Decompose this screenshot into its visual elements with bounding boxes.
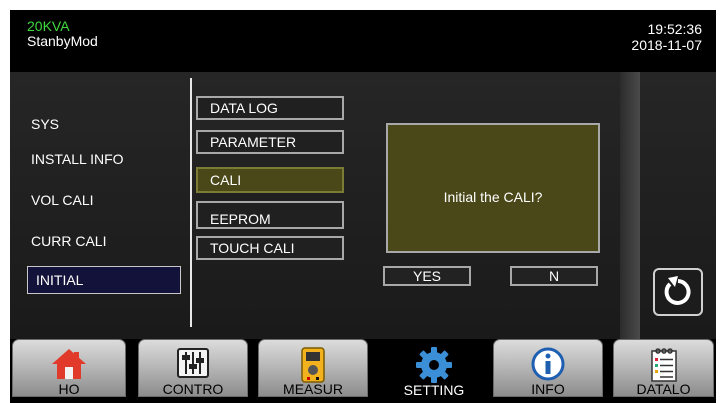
date-label: 2018-11-07 [631,37,702,53]
nav-tab-datalog[interactable]: DATALO [613,339,714,397]
nav-label-datalog: DATALO [636,381,691,397]
refresh-icon [664,276,691,305]
content-panel [10,72,716,340]
left-menu-sys[interactable]: SYS [27,114,63,134]
nav-label-home: HO [58,381,80,397]
nav-label-measure: MEASUR [283,381,343,397]
confirm-dialog: Initial the CALI? [386,123,600,253]
nav-tab-home[interactable]: HO [12,339,126,397]
mode-label: StanbyMod [27,33,98,49]
home-icon [52,349,86,379]
nav-tab-measure[interactable]: MEASUR [258,339,368,397]
submenu-data-log[interactable]: DATA LOG [196,96,344,120]
left-menu-vol-cali[interactable]: VOL CALI [27,190,98,210]
info-icon [531,347,565,381]
submenu-parameter[interactable]: PARAMETER [196,130,344,154]
sliders-icon [177,348,209,378]
nav-tab-setting[interactable]: SETTING [377,339,491,398]
multimeter-icon [301,347,325,383]
nav-tab-info[interactable]: INFO [493,339,603,397]
yes-button[interactable]: YES [383,266,471,286]
submenu-cali[interactable]: CALI [196,167,344,193]
nav-label-info: INFO [531,381,565,397]
back-button[interactable] [653,268,703,316]
side-strip [620,72,640,340]
menu-divider [190,78,192,327]
submenu-eeprom[interactable]: EEPROM [196,201,344,229]
dialog-message: Initial the CALI? [443,189,543,205]
left-menu-install-info[interactable]: INSTALL INFO [27,149,128,169]
submenu-touch-cali[interactable]: TOUCH CALI [196,236,344,260]
ups-screen: 20KVA StanbyMod 19:52:36 2018-11-07 SYS … [10,10,716,403]
model-label: 20KVA [27,18,70,34]
no-button[interactable]: N [510,266,598,286]
nav-label-setting: SETTING [403,382,465,398]
left-menu-curr-cali[interactable]: CURR CALI [27,231,110,251]
bottom-nav: HO CONTRO MEASUR SETTING INFO DATALO [10,339,716,403]
time-label: 19:52:36 [647,21,703,37]
nav-label-control: CONTRO [162,381,224,397]
left-menu-initial[interactable]: INITIAL [27,266,181,294]
notepad-icon [650,348,677,382]
gear-icon [416,347,452,383]
clock: 19:52:36 2018-11-07 [631,21,702,53]
nav-tab-control[interactable]: CONTRO [138,339,248,397]
